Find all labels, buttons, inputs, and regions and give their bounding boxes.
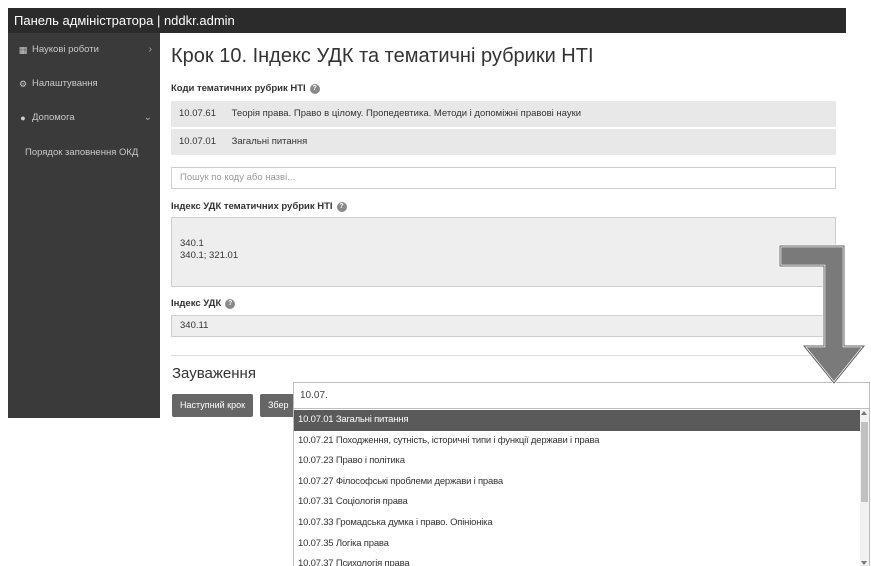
top-bar: Панель адміністратора | nddkr.admin [8,8,846,33]
sidebar: ▦ Наукові роботи › ⚙ Налаштування ● Допо… [8,33,160,418]
sidebar-subitem-label: Порядок заповнення ОКД [25,147,139,158]
dropdown-option[interactable]: 10.07.27 Філософські проблеми держави і … [294,472,860,493]
table-icon: ▦ [18,45,28,55]
scroll-down-icon[interactable] [861,561,867,565]
dropdown-scrollbar[interactable] [860,410,869,566]
dropdown-option[interactable]: 10.07.35 Логіка права [294,534,860,555]
annotation-arrow-icon [778,244,867,385]
udc-rubrics-label: Індекс УДК тематичних рубрик НТІ ? [171,201,347,212]
rubric-row[interactable]: 10.07.01 Загальні питання [171,129,836,155]
sidebar-item-label: Налаштування [32,78,98,89]
autocomplete-dropdown: 10.07. 10.07.01 Загальні питання 10.07.2… [293,382,870,566]
next-step-button[interactable]: Наступний крок [172,394,254,417]
sidebar-item-help[interactable]: ● Допомога ⌄ [8,101,160,135]
sidebar-subitem-filling-order[interactable]: Порядок заповнення ОКД [8,135,160,171]
help-icon[interactable]: ? [309,83,320,94]
udc-input[interactable]: 340.11 [171,315,836,337]
udc-rubrics-textarea[interactable]: 340.1 340.1; 321.01 [171,217,836,287]
remarks-title: Зауваження [172,365,256,382]
udc-label: Індекс УДК ? [171,298,236,309]
gears-icon: ⚙ [18,79,28,89]
dropdown-option[interactable]: 10.07.01 Загальні питання [294,410,860,431]
page-title: Крок 10. Індекс УДК та тематичні рубрики… [171,45,594,67]
rubric-row[interactable]: 10.07.61 Теорія права. Право в цілому. П… [171,101,836,127]
help-icon[interactable]: ? [225,298,236,309]
rubric-code: 10.07.01 [179,136,216,147]
chevron-right-icon: › [148,44,152,55]
rubric-name: Загальні питання [231,136,308,147]
help-icon[interactable]: ? [336,201,347,212]
sidebar-item-label: Допомога [32,112,75,123]
chevron-down-icon: ⌄ [143,112,152,123]
rubric-code: 10.07.61 [179,108,216,119]
dropdown-search-input[interactable]: 10.07. [294,383,869,409]
scroll-up-icon[interactable] [861,411,867,415]
udc-rubrics-value: 340.1 340.1; 321.01 [180,238,239,261]
scrollbar-thumb[interactable] [861,422,868,502]
sidebar-item-label: Наукові роботи [32,44,99,55]
sidebar-item-research-works[interactable]: ▦ Наукові роботи › [8,33,160,67]
dropdown-option[interactable]: 10.07.31 Соціологія права [294,492,860,513]
rubric-name: Теорія права. Право в цілому. Пропедевти… [231,108,582,119]
dropdown-option[interactable]: 10.07.21 Походження, сутність, історичні… [294,431,860,452]
app-title: Панель адміністратора | nddkr.admin [14,13,235,28]
dropdown-option[interactable]: 10.07.23 Право і політика [294,451,860,472]
dropdown-option[interactable]: 10.07.37 Психологія права [294,554,860,566]
dropdown-option[interactable]: 10.07.33 Громадська думка і право. Опіні… [294,513,860,534]
dropdown-list: 10.07.01 Загальні питання 10.07.21 Поход… [294,410,860,566]
rubric-codes-label: Коди тематичних рубрик НТІ ? [171,83,320,94]
save-button[interactable]: Збер [260,394,294,417]
rubric-search-input[interactable]: Пошук по коду або назві... [171,167,836,189]
sidebar-item-settings[interactable]: ⚙ Налаштування [8,67,160,101]
question-circle-icon: ● [20,113,26,123]
divider [171,355,836,356]
